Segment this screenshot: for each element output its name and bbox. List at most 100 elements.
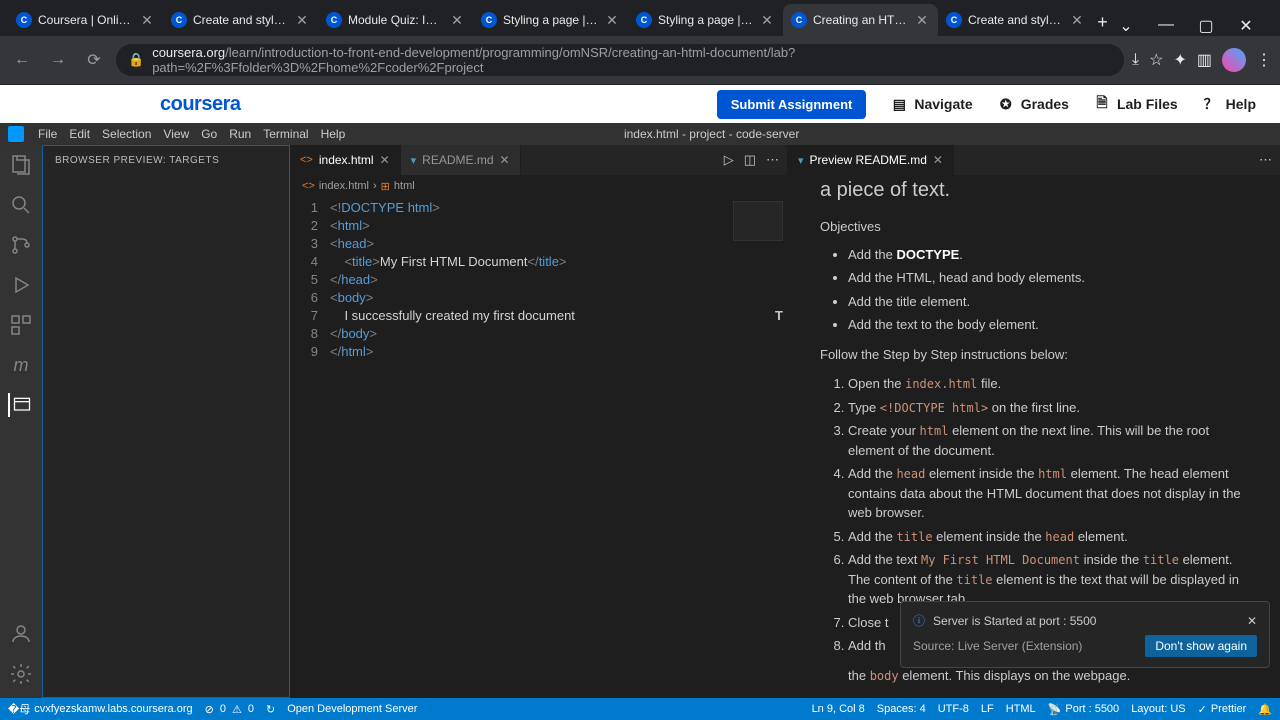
prettier-status[interactable]: ✓ Prettier — [1198, 703, 1247, 716]
layout-status[interactable]: Layout: US — [1131, 703, 1185, 715]
indent-status[interactable]: Spaces: 4 — [877, 703, 926, 715]
back-button[interactable]: ← — [8, 46, 36, 74]
url-domain: coursera.org — [152, 45, 225, 60]
close-tab-icon[interactable]: ✕ — [294, 12, 310, 28]
close-tab-icon[interactable]: ✕ — [604, 12, 620, 28]
file-icon: ▾ — [798, 154, 804, 167]
eol-status[interactable]: LF — [981, 703, 994, 715]
new-tab-button[interactable]: + — [1093, 8, 1112, 36]
window-title: index.html - project - code-server — [355, 127, 1068, 141]
browser-tab[interactable]: CCoursera | Online Cou✕ — [8, 4, 163, 36]
close-tab-icon[interactable]: ✕ — [139, 12, 155, 28]
browser-tab[interactable]: CStyling a page | Cours✕ — [473, 4, 628, 36]
preview-heading: a piece of text. — [820, 175, 1248, 205]
menu-view[interactable]: View — [157, 127, 195, 141]
coursera-favicon: C — [791, 12, 807, 28]
language-status[interactable]: HTML — [1006, 703, 1036, 715]
sidepanel-icon[interactable]: ▥ — [1197, 50, 1212, 70]
submit-assignment-button[interactable]: Submit Assignment — [717, 90, 867, 119]
debug-icon[interactable] — [9, 273, 33, 297]
editor-tabs-right: ▾Preview README.md✕ ⋯ — [788, 145, 1280, 175]
menu-help[interactable]: Help — [315, 127, 352, 141]
menu-icon[interactable]: ⋮ — [1256, 50, 1272, 70]
install-icon[interactable]: ⤓ — [1132, 51, 1139, 69]
coursera-header: coursera Submit Assignment ▤Navigate ✪Gr… — [0, 85, 1280, 123]
close-tab-icon[interactable]: ✕ — [759, 12, 775, 28]
maximize-button[interactable]: ▢ — [1192, 16, 1220, 36]
coursera-logo[interactable]: coursera — [160, 93, 241, 116]
file-icon: <> — [300, 154, 313, 166]
menu-selection[interactable]: Selection — [96, 127, 157, 141]
profile-avatar[interactable] — [1222, 48, 1246, 72]
minimap[interactable] — [733, 201, 783, 241]
toast-source: Source: Live Server (Extension) — [913, 639, 1082, 653]
editor-tab[interactable]: ▾README.md✕ — [401, 145, 521, 175]
close-tab-icon[interactable]: ✕ — [933, 153, 943, 167]
browser-tab[interactable]: CStyling a page | Cours✕ — [628, 4, 783, 36]
editor-tab[interactable]: <>index.html✕ — [290, 145, 401, 175]
explorer-icon[interactable] — [9, 153, 33, 177]
help-link[interactable]: ？Help — [1202, 95, 1256, 113]
settings-icon[interactable] — [9, 662, 33, 686]
follow-text: Follow the Step by Step instructions bel… — [820, 345, 1248, 365]
sync-icon[interactable]: ↻ — [266, 703, 275, 716]
code-editor[interactable]: 123456789 <!DOCTYPE html><html><head> <t… — [290, 197, 787, 698]
run-icon[interactable]: ▷ — [724, 152, 734, 168]
menu-edit[interactable]: Edit — [63, 127, 96, 141]
close-tab-icon[interactable]: ✕ — [1069, 12, 1085, 28]
cursor-position[interactable]: Ln 9, Col 8 — [812, 703, 865, 715]
source-control-icon[interactable] — [9, 233, 33, 257]
more-icon[interactable]: ⋯ — [1259, 152, 1272, 168]
close-tab-icon[interactable]: ✕ — [500, 153, 510, 167]
breadcrumb[interactable]: <> index.html › ⊞ html — [290, 175, 787, 197]
close-tab-icon[interactable]: ✕ — [380, 153, 390, 167]
editor-tabs-left: <>index.html✕▾README.md✕ ▷ ◫ ⋯ — [290, 145, 787, 175]
step-item: Type <!DOCTYPE html> on the first line. — [848, 398, 1248, 418]
close-window-button[interactable]: ✕ — [1232, 16, 1260, 36]
extensions-icon[interactable]: ✦ — [1173, 50, 1186, 70]
activity-bar: m — [0, 145, 42, 698]
problems-indicator[interactable]: ⊘0⚠0 — [205, 703, 254, 716]
navigate-link[interactable]: ▤Navigate — [890, 95, 972, 113]
browser-preview-icon[interactable] — [8, 393, 32, 417]
menu-file[interactable]: File — [32, 127, 63, 141]
status-bar: �母 cvxfyezskamw.labs.coursera.org ⊘0⚠0 ↻… — [0, 698, 1280, 720]
account-icon[interactable] — [9, 622, 33, 646]
feedback-icon[interactable]: 🔔 — [1258, 703, 1272, 716]
sidebar-header: BROWSER PREVIEW: TARGETS — [43, 146, 289, 174]
url-input[interactable]: 🔒 coursera.org/learn/introduction-to-fro… — [116, 44, 1124, 76]
forward-button[interactable]: → — [44, 46, 72, 74]
split-icon[interactable]: ◫ — [744, 152, 756, 168]
editor-tab[interactable]: ▾Preview README.md✕ — [788, 145, 954, 175]
port-status[interactable]: 📡 Port : 5500 — [1048, 703, 1120, 716]
bookmark-icon[interactable]: ☆ — [1149, 50, 1163, 70]
browser-tab[interactable]: CCreate and style a we✕ — [163, 4, 318, 36]
minimize-button[interactable]: — — [1152, 16, 1180, 36]
symbol-icon: ⊞ — [381, 180, 390, 193]
browser-tab[interactable]: CCreating an HTML Do✕ — [783, 4, 938, 36]
extensions-activity-icon[interactable] — [9, 313, 33, 337]
coursera-favicon: C — [636, 12, 652, 28]
chevron-down-icon[interactable]: ⌄ — [1112, 16, 1140, 36]
browser-tab[interactable]: CCreate and style a we✕ — [938, 4, 1093, 36]
browser-tab[interactable]: CModule Quiz: Introdu✕ — [318, 4, 473, 36]
meta-icon[interactable]: m — [9, 353, 33, 377]
remote-host[interactable]: �母 cvxfyezskamw.labs.coursera.org — [8, 701, 193, 717]
dev-server-status[interactable]: Open Development Server — [287, 703, 417, 715]
toast-close-button[interactable]: ✕ — [1247, 614, 1257, 628]
help-icon: ？ — [1202, 95, 1220, 113]
grades-link[interactable]: ✪Grades — [997, 95, 1069, 113]
reload-button[interactable]: ⟳ — [80, 46, 108, 74]
menu-terminal[interactable]: Terminal — [257, 127, 314, 141]
more-icon[interactable]: ⋯ — [766, 152, 779, 168]
search-icon[interactable] — [9, 193, 33, 217]
dont-show-again-button[interactable]: Don't show again — [1145, 635, 1257, 657]
html-file-icon: <> — [302, 180, 315, 192]
close-tab-icon[interactable]: ✕ — [914, 12, 930, 28]
menu-run[interactable]: Run — [223, 127, 257, 141]
url-path: /learn/introduction-to-front-end-develop… — [152, 45, 795, 75]
lab-files-link[interactable]: 🗎Lab Files — [1093, 95, 1178, 113]
menu-go[interactable]: Go — [195, 127, 223, 141]
encoding-status[interactable]: UTF-8 — [938, 703, 969, 715]
close-tab-icon[interactable]: ✕ — [449, 12, 465, 28]
